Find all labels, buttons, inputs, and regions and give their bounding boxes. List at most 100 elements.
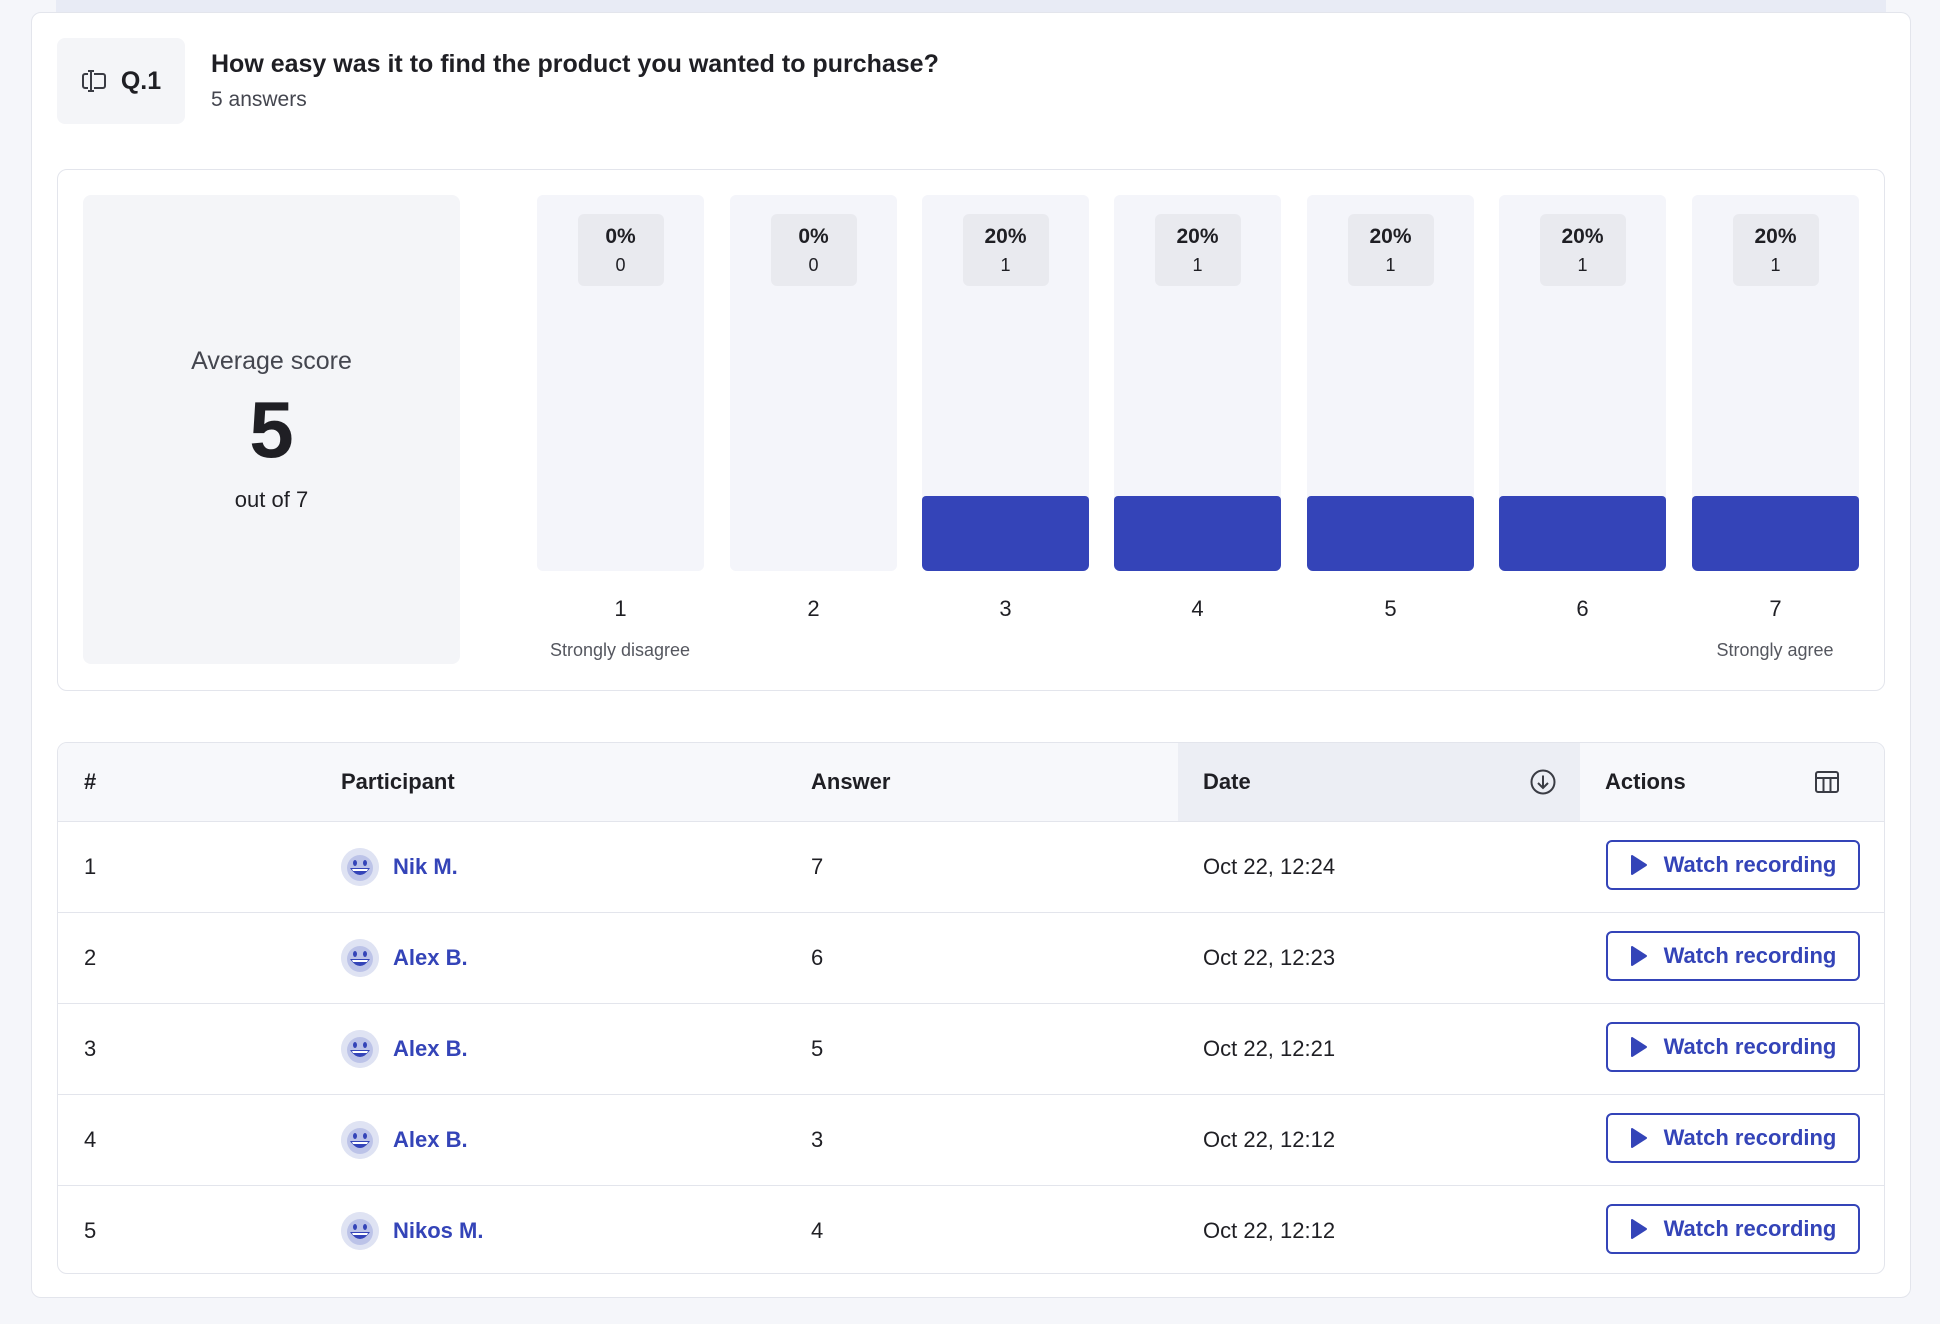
bar-category-label: 5 (1307, 596, 1474, 622)
bar-percent-label: 0% (798, 225, 828, 249)
header-participant[interactable]: Participant (341, 743, 455, 821)
bar-6: 20%1 (1499, 195, 1666, 571)
answer-date: Oct 22, 12:23 (1203, 912, 1335, 1003)
participant-avatar-icon (341, 1030, 379, 1068)
header-answer[interactable]: Answer (811, 743, 890, 821)
bar-fill-6 (1499, 496, 1666, 571)
answers-table: # Participant Answer Date Actions 1 Nik M… (57, 742, 1885, 1274)
bar-value-tag: 0%0 (578, 214, 664, 286)
table-row: 2 Alex B. 6 Oct 22, 12:23 Watch recording (58, 912, 1884, 1004)
bar-value-tag: 20%1 (1733, 214, 1819, 286)
bar-2: 0%0 (730, 195, 897, 571)
table-row: 4Alex B.3Oct 22, 12:12Watch recording (58, 1094, 1884, 1186)
participant-name-link[interactable]: Alex B. (393, 945, 468, 971)
average-score-box: Average score 5 out of 7 (83, 195, 460, 664)
average-score-label: Average score (83, 347, 460, 376)
participant-name-link[interactable]: Nik M. (393, 854, 458, 880)
answer-value: 4 (811, 1185, 823, 1274)
bar-value-tag: 20%1 (1348, 214, 1434, 286)
watch-recording-label: Watch recording (1664, 943, 1837, 969)
participant-name-link[interactable]: Nikos M. (393, 1218, 483, 1244)
watch-recording-button[interactable]: Watch recording (1606, 1204, 1860, 1254)
bar-category-label: 6 (1499, 596, 1666, 622)
play-icon (1630, 854, 1648, 876)
question-title: How easy was it to find the product you … (211, 50, 939, 79)
bar-percent-label: 20% (984, 225, 1026, 249)
bar-3: 20%1 (922, 195, 1089, 571)
answer-date: Oct 22, 12:12 (1203, 1185, 1335, 1274)
table-row: 5 Nikos M. 4 Oct 22, 12:12 Watch recording (58, 1185, 1884, 1274)
bar-5: 20%1 (1307, 195, 1474, 571)
question-badge: Q.1 (57, 38, 185, 124)
participant-avatar-icon (341, 1121, 379, 1159)
participant-cell[interactable]: Nik M. (341, 821, 458, 912)
bar-4: 20%1 (1114, 195, 1281, 571)
average-score-value: 5 (83, 390, 460, 470)
play-icon (1630, 1127, 1648, 1149)
bar-percent-label: 20% (1369, 225, 1411, 249)
average-score-scale: out of 7 (83, 487, 460, 513)
watch-recording-button[interactable]: Watch recording (1606, 1113, 1860, 1163)
participant-avatar-icon (341, 848, 379, 886)
table-row: 1 Nik M. 7 Oct 22, 12:24 Watch recording (58, 821, 1884, 913)
watch-recording-label: Watch recording (1664, 1125, 1837, 1151)
bar-count-label: 1 (1385, 255, 1395, 276)
bar-7: 20%1 (1692, 195, 1859, 571)
row-index: 5 (84, 1185, 96, 1274)
participant-cell[interactable]: Alex B. (341, 1003, 468, 1094)
text-cursor-icon (81, 68, 107, 94)
columns-icon[interactable] (1814, 743, 1840, 821)
bar-percent-label: 20% (1754, 225, 1796, 249)
top-strip (56, 0, 1886, 12)
table-header: # Participant Answer Date Actions (58, 743, 1884, 822)
row-index: 3 (84, 1003, 96, 1094)
participant-cell[interactable]: Nikos M. (341, 1185, 483, 1274)
participant-cell[interactable]: Alex B. (341, 1094, 468, 1185)
bar-category-label: 7 (1692, 596, 1859, 622)
bar-percent-label: 20% (1176, 225, 1218, 249)
bar-category-label: 3 (922, 596, 1089, 622)
answer-value: 7 (811, 821, 823, 912)
sort-descending-icon[interactable] (1529, 743, 1557, 821)
bar-category-label: 1 (537, 596, 704, 622)
play-icon (1630, 1036, 1648, 1058)
row-index: 4 (84, 1094, 96, 1185)
bar-count-label: 1 (1577, 255, 1587, 276)
watch-recording-label: Watch recording (1664, 1216, 1837, 1242)
watch-recording-button[interactable]: Watch recording (1606, 931, 1860, 981)
bar-value-tag: 0%0 (771, 214, 857, 286)
watch-recording-button[interactable]: Watch recording (1606, 1022, 1860, 1072)
bar-percent-label: 0% (605, 225, 635, 249)
answer-date: Oct 22, 12:24 (1203, 821, 1335, 912)
question-number: Q.1 (121, 67, 161, 96)
bar-fill-7 (1692, 496, 1859, 571)
bar-percent-label: 20% (1561, 225, 1603, 249)
row-index: 1 (84, 821, 96, 912)
answer-date: Oct 22, 12:21 (1203, 1003, 1335, 1094)
play-icon (1630, 1218, 1648, 1240)
scale-high-label: Strongly agree (1665, 640, 1885, 661)
bar-value-tag: 20%1 (1540, 214, 1626, 286)
bar-count-label: 1 (1000, 255, 1010, 276)
bar-count-label: 0 (808, 255, 818, 276)
scale-low-label: Strongly disagree (510, 640, 730, 661)
participant-cell[interactable]: Alex B. (341, 912, 468, 1003)
bar-category-label: 2 (730, 596, 897, 622)
bar-category-label: 4 (1114, 596, 1281, 622)
row-index: 2 (84, 912, 96, 1003)
bar-value-tag: 20%1 (1155, 214, 1241, 286)
watch-recording-button[interactable]: Watch recording (1606, 840, 1860, 890)
bar-count-label: 1 (1770, 255, 1780, 276)
bar-fill-5 (1307, 496, 1474, 571)
bar-value-tag: 20%1 (963, 214, 1049, 286)
answer-value: 6 (811, 912, 823, 1003)
participant-name-link[interactable]: Alex B. (393, 1127, 468, 1153)
watch-recording-label: Watch recording (1664, 1034, 1837, 1060)
header-actions: Actions (1605, 743, 1686, 821)
participant-name-link[interactable]: Alex B. (393, 1036, 468, 1062)
answer-value: 3 (811, 1094, 823, 1185)
header-date[interactable]: Date (1203, 743, 1251, 821)
answer-value: 5 (811, 1003, 823, 1094)
bar-fill-3 (922, 496, 1089, 571)
bar-fill-4 (1114, 496, 1281, 571)
